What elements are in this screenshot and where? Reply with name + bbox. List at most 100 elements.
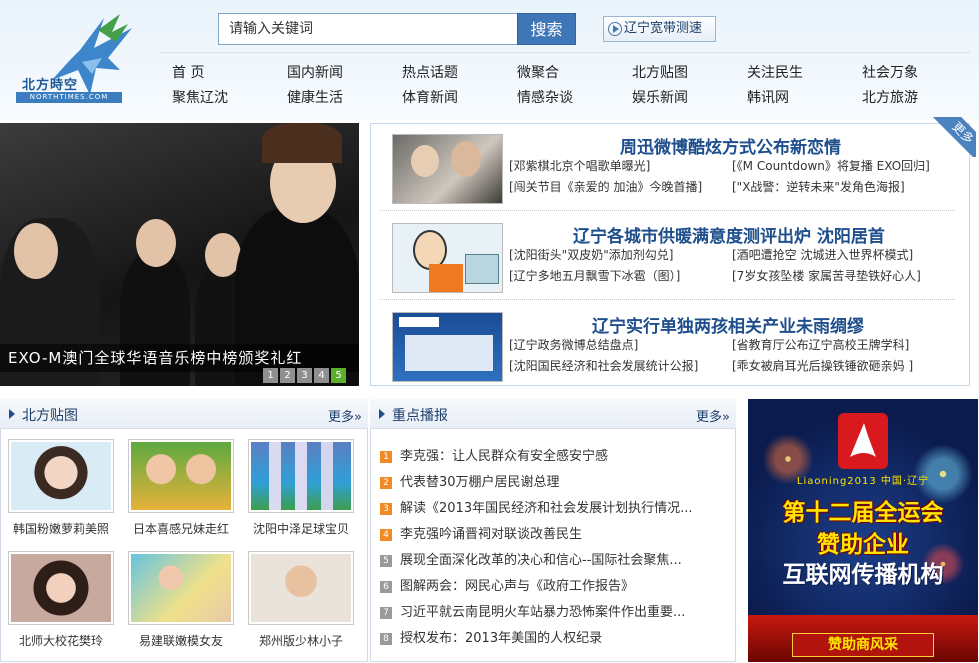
news-link[interactable]: [乖女被肩耳光后操铁锤欲砸亲妈 ] — [732, 357, 913, 374]
nav-item-hot-topics[interactable]: 热点话题 — [402, 62, 458, 82]
news-link[interactable]: [辽宁多地五月飘雪下冰雹（图）] — [509, 267, 680, 284]
football-babes-photo-icon — [251, 442, 351, 510]
focus-item-text: 李克强：让人民群众有安全感安宁感 — [400, 449, 609, 464]
photo-caption-3[interactable]: 沈阳中泽足球宝贝 — [242, 520, 360, 537]
photo-thumb-1[interactable] — [8, 439, 114, 513]
nav-item-sports[interactable]: 体育新闻 — [402, 87, 458, 107]
nav-item-health[interactable]: 健康生活 — [287, 87, 343, 107]
ad-line-3: 互联网传播机构 — [782, 562, 944, 588]
girl-portrait-photo-icon — [11, 442, 111, 510]
photo-thumb-4[interactable] — [8, 551, 114, 625]
focus-list-item[interactable]: 4 李克强吟诵晋祠对联谈改善民生 — [380, 523, 720, 545]
focus-item-text: 授权发布：2013年美国的人权纪录 — [400, 631, 603, 646]
slideshow-page-1[interactable]: 1 — [263, 368, 278, 383]
slideshow-page-4[interactable]: 4 — [314, 368, 329, 383]
slideshow-page-5[interactable]: 5 — [331, 368, 346, 383]
news-headline-3[interactable]: 辽宁实行单独两孩相关产业未雨绸缪 — [592, 312, 864, 337]
focus-list-item[interactable]: 3 解读《2013年国民经济和社会发展计划执行情况... — [380, 497, 720, 519]
photo-caption-4[interactable]: 北师大校花樊玲 — [2, 632, 120, 649]
nav-item-society[interactable]: 社会万象 — [862, 62, 918, 82]
news-more-ribbon[interactable]: 更多 — [920, 117, 976, 157]
focus-more-link[interactable]: 更多» — [696, 406, 730, 425]
search-button[interactable]: 搜索 — [517, 13, 576, 45]
thumb-tv-panel — [405, 335, 493, 371]
photo-section-header: 北方贴图 更多» — [0, 399, 368, 429]
slideshow-page-2[interactable]: 2 — [280, 368, 295, 383]
rank-badge: 3 — [380, 503, 392, 515]
search-input[interactable]: 请输入关键词 — [218, 13, 518, 45]
news-link[interactable]: [闯关节目《亲爱的 加油》今晚首播] — [509, 178, 702, 195]
nav-item-livelihood[interactable]: 关注民生 — [747, 62, 803, 82]
news-link[interactable]: [《M Countdown》将复播 EXO回归] — [732, 157, 930, 174]
speed-test-label: 辽宁宽带测速 — [624, 21, 703, 36]
nav-item-korean-news[interactable]: 韩讯网 — [747, 87, 789, 107]
rank-badge: 2 — [380, 477, 392, 489]
photo-caption-6[interactable]: 郑州版少林小子 — [242, 632, 360, 649]
nav-item-travel[interactable]: 北方旅游 — [862, 87, 918, 107]
news-link[interactable]: [邓紫棋北京个唱歌单曝光] — [509, 157, 650, 174]
news-link[interactable]: [7岁女孩坠楼 家属苦寻垫铁好心人] — [732, 267, 921, 284]
photo-thumb-3[interactable] — [248, 439, 354, 513]
news-link[interactable]: ["X战警：逆转未来"发角色海报] — [732, 178, 905, 195]
focus-list-item[interactable]: 2 代表替30万棚户居民谢总理 — [380, 471, 720, 493]
photo-thumb-6[interactable] — [248, 551, 354, 625]
games-emblem-icon — [838, 413, 888, 469]
photo-caption-5[interactable]: 易建联嫩模女友 — [122, 632, 240, 649]
play-icon — [608, 22, 622, 36]
nav-item-north-pictures[interactable]: 北方贴图 — [632, 62, 688, 82]
focus-list-item[interactable]: 7 习近平就云南昆明火车站暴力恐怖案件作出重要... — [380, 601, 720, 623]
news-link[interactable]: [沈阳街头"双皮奶"添加剂勾兑] — [509, 246, 673, 263]
news-headline-1[interactable]: 周迅微博酷炫方式公布新恋情 — [620, 133, 841, 158]
thumb-face — [411, 145, 439, 177]
slide-face — [136, 219, 176, 267]
news-link[interactable]: [辽宁政务微博总结盘点] — [509, 336, 638, 353]
arrow-right-icon — [379, 409, 385, 419]
nav-item-micro-aggregation[interactable]: 微聚合 — [517, 62, 559, 82]
focus-list-item[interactable]: 8 授权发布：2013年美国的人权纪录 — [380, 627, 720, 649]
news-link[interactable]: [沈阳国民经济和社会发展统计公报] — [509, 357, 698, 374]
nav-item-home[interactable]: 首 页 — [172, 62, 204, 82]
nav-divider — [160, 52, 970, 53]
news-thumb-cartoon[interactable] — [392, 223, 503, 293]
focus-list-item[interactable]: 5 展现全面深化改革的决心和信心--国际社会聚焦... — [380, 549, 720, 571]
site-logo[interactable]: 北方時空 NORTHTIMES.COM — [12, 10, 142, 110]
thumb-tv-logo — [399, 317, 439, 327]
focus-section-header: 重点播报 更多» — [370, 399, 736, 429]
news-headline-2[interactable]: 辽宁各城市供暖满意度测评出炉 沈阳居首 — [573, 222, 885, 247]
model-photo-icon — [131, 554, 231, 622]
news-link[interactable]: [省教育厅公布辽宁高校王牌学科] — [732, 336, 909, 353]
news-link[interactable]: [酒吧遭抢空 沈城进入世界杯模式] — [732, 246, 913, 263]
nav-item-liaoshen[interactable]: 聚焦辽沈 — [172, 87, 228, 107]
photo-caption-1[interactable]: 韩国粉嫩萝莉美照 — [2, 520, 120, 537]
shaolin-kid-photo-icon — [251, 554, 351, 622]
slideshow-page-3[interactable]: 3 — [297, 368, 312, 383]
news-divider — [380, 210, 955, 211]
focus-item-text: 习近平就云南昆明火车站暴力恐怖案件作出重要... — [400, 605, 686, 620]
logo-subtext: NORTHTIMES.COM — [16, 92, 122, 103]
focus-item-text: 李克强吟诵晋祠对联谈改善民生 — [400, 527, 583, 542]
focus-item-text: 解读《2013年国民经济和社会发展计划执行情况... — [400, 501, 693, 516]
ad-line-1: 第十二届全运会 — [782, 500, 944, 526]
nav-item-domestic-news[interactable]: 国内新闻 — [287, 62, 343, 82]
photo-more-link[interactable]: 更多» — [328, 406, 362, 425]
photo-thumb-2[interactable] — [128, 439, 234, 513]
national-games-ad-banner[interactable]: Liaoning2013 中国·辽宁 第十二届全运会 赞助企业 互联网传播机构 … — [748, 399, 978, 662]
rank-badge: 5 — [380, 555, 392, 567]
speed-test-button[interactable]: 辽宁宽带测速 — [603, 16, 716, 42]
logo-text: 北方時空 — [22, 78, 79, 93]
photo-thumb-5[interactable] — [128, 551, 234, 625]
news-more-label: 更多 — [931, 117, 976, 157]
focus-list-item[interactable]: 1 李克强：让人民群众有安全感安宁感 — [380, 445, 720, 467]
rank-badge: 1 — [380, 451, 392, 463]
focus-list-item[interactable]: 6 图解两会：网民心声与《政府工作报告》 — [380, 575, 720, 597]
photo-caption-2[interactable]: 日本喜感兄妹走红 — [122, 520, 240, 537]
nav-item-entertainment[interactable]: 娱乐新闻 — [632, 87, 688, 107]
nav-item-emotion[interactable]: 情感杂谈 — [517, 87, 573, 107]
thumb-face — [451, 141, 481, 177]
news-divider — [380, 299, 955, 300]
rank-badge: 6 — [380, 581, 392, 593]
slideshow-pager: 1 2 3 4 5 — [263, 368, 346, 383]
news-thumb-couple[interactable] — [392, 134, 503, 204]
news-thumb-cctv[interactable] — [392, 312, 503, 382]
thumb-cartoon-body — [429, 264, 463, 292]
